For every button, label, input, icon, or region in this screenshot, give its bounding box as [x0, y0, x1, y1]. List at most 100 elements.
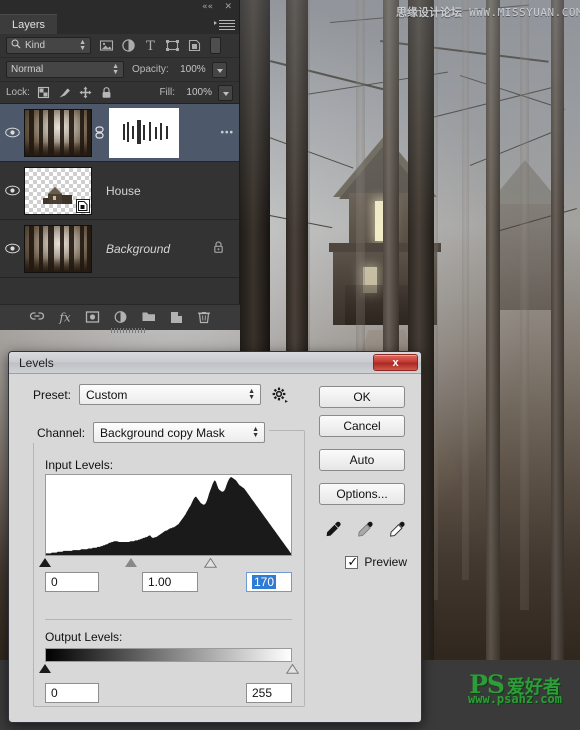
- fill-input[interactable]: 100%: [175, 87, 215, 98]
- layer-visibility-toggle[interactable]: [0, 243, 24, 254]
- channel-row: Channel: Background copy Mask ▲ ▼: [33, 422, 270, 443]
- preview-label: Preview: [364, 555, 407, 569]
- section-divider: [45, 619, 292, 620]
- smart-object-badge-icon: [76, 198, 90, 213]
- dialog-button-column: OK Cancel Auto Options...: [319, 386, 409, 512]
- layer-name[interactable]: Background: [106, 242, 212, 256]
- lock-icon-group: [37, 86, 113, 99]
- layer-thumbnail[interactable]: [24, 166, 92, 215]
- layer-list: ••• House Background: [0, 104, 239, 278]
- layer-visibility-toggle[interactable]: [0, 185, 24, 196]
- ok-button-label: OK: [353, 390, 371, 404]
- input-gamma-handle[interactable]: [125, 558, 138, 567]
- fill-label: Fill:: [159, 87, 175, 98]
- blend-mode-value: Normal: [11, 64, 44, 75]
- layer-style-fx-icon[interactable]: fx: [57, 310, 72, 325]
- levels-dialog: Levels x Preset: Custom ▲ ▼ Channel: Bac…: [8, 351, 422, 723]
- preset-options-gear-icon[interactable]: [271, 386, 289, 404]
- output-black-field[interactable]: 0: [45, 683, 99, 703]
- table-row[interactable]: •••: [0, 104, 239, 162]
- input-white-field[interactable]: 170: [246, 572, 292, 592]
- input-levels-slider[interactable]: [39, 557, 292, 570]
- blend-mode-select[interactable]: Normal ▲ ▼: [6, 61, 124, 78]
- layer-visibility-toggle[interactable]: [0, 127, 24, 138]
- shape-layer-filter-icon[interactable]: [165, 38, 180, 53]
- watermark-bottom: PS 爱好者 www.psahz.com: [455, 672, 575, 705]
- delete-layer-icon[interactable]: [197, 310, 212, 325]
- panel-resize-grip[interactable]: [111, 328, 145, 333]
- set-gray-point-eyedropper-icon[interactable]: [355, 520, 375, 540]
- preset-label: Preset:: [33, 387, 72, 402]
- options-button[interactable]: Options...: [319, 483, 405, 505]
- fill-slider-button[interactable]: [218, 84, 233, 101]
- watermark-bottom-url: www.psahz.com: [468, 692, 562, 706]
- filter-icon-group: T: [99, 38, 202, 54]
- type-layer-filter-icon[interactable]: T: [143, 38, 158, 54]
- levels-title-bar[interactable]: Levels x: [9, 352, 421, 374]
- input-gamma-field[interactable]: 1.00: [142, 572, 198, 592]
- svg-text:fx: fx: [58, 311, 70, 325]
- opacity-slider-button[interactable]: [211, 61, 227, 78]
- chevron-updown-icon: ▲ ▼: [248, 387, 256, 401]
- output-levels-ramp: [45, 648, 292, 662]
- lock-image-pixels-icon[interactable]: [58, 86, 71, 99]
- opacity-label: Opacity:: [132, 64, 169, 75]
- lock-position-icon[interactable]: [79, 86, 92, 99]
- output-white-field[interactable]: 255: [246, 683, 292, 703]
- opacity-input[interactable]: 100%: [169, 64, 209, 75]
- auto-button[interactable]: Auto: [319, 449, 405, 471]
- output-white-point-handle[interactable]: [286, 664, 299, 674]
- adjustment-layer-filter-icon[interactable]: [121, 38, 136, 53]
- filter-toggle-switch[interactable]: [210, 37, 221, 54]
- smart-object-filter-icon[interactable]: [187, 38, 202, 53]
- chevron-updown-icon: ▲ ▼: [252, 425, 260, 439]
- lock-transparent-pixels-icon[interactable]: [37, 86, 50, 99]
- input-white-point-handle[interactable]: [203, 558, 217, 568]
- input-levels-label: Input Levels:: [45, 458, 114, 472]
- panel-title-bar: «« ✕: [0, 0, 239, 14]
- input-black-value: 0: [51, 575, 58, 589]
- lock-row: Lock: Fill: 100%: [0, 82, 239, 104]
- filter-kind-select[interactable]: Kind ▲ ▼: [6, 37, 91, 54]
- layer-thumbnail[interactable]: [24, 108, 92, 157]
- close-panel-icon[interactable]: ✕: [224, 2, 232, 12]
- output-levels-slider[interactable]: [39, 663, 299, 676]
- panel-menu-icon[interactable]: [214, 18, 235, 30]
- search-icon: [11, 39, 21, 52]
- more-options-icon[interactable]: •••: [220, 127, 234, 138]
- filter-kind-value: Kind: [25, 40, 46, 51]
- layer-mask-thumbnail[interactable]: [109, 107, 179, 158]
- close-icon: x: [392, 356, 399, 369]
- set-white-point-eyedropper-icon[interactable]: [387, 520, 407, 540]
- input-black-point-handle[interactable]: [39, 558, 51, 567]
- preview-checkbox[interactable]: Preview: [345, 554, 407, 570]
- mask-link-icon[interactable]: [92, 126, 106, 139]
- preset-select[interactable]: Custom ▲ ▼: [79, 384, 262, 405]
- input-black-field[interactable]: 0: [45, 572, 99, 592]
- new-group-icon[interactable]: [141, 310, 156, 325]
- set-black-point-eyedropper-icon[interactable]: [323, 520, 343, 540]
- table-row[interactable]: Background: [0, 220, 239, 278]
- channel-select[interactable]: Background copy Mask ▲ ▼: [93, 422, 266, 443]
- table-row[interactable]: House: [0, 162, 239, 220]
- dialog-title: Levels: [19, 355, 54, 370]
- levels-dialog-body: Preset: Custom ▲ ▼ Channel: Background c…: [9, 374, 421, 723]
- lock-all-icon[interactable]: [100, 86, 113, 99]
- cancel-button[interactable]: Cancel: [319, 415, 405, 437]
- layer-thumbnail[interactable]: [24, 224, 92, 273]
- collapse-panel-icon[interactable]: ««: [202, 2, 213, 12]
- cancel-button-label: Cancel: [343, 419, 381, 433]
- pixel-layer-filter-icon[interactable]: [99, 38, 114, 53]
- tab-layers[interactable]: Layers: [0, 14, 58, 34]
- link-layers-icon[interactable]: [29, 310, 44, 325]
- layers-panel-toolbar: fx: [0, 304, 240, 330]
- panel-tab-row: Layers: [0, 14, 239, 34]
- new-adjustment-layer-icon[interactable]: [113, 310, 128, 325]
- layer-name[interactable]: House: [106, 184, 239, 198]
- new-layer-icon[interactable]: [169, 310, 184, 325]
- output-black-point-handle[interactable]: [39, 664, 51, 673]
- add-layer-mask-icon[interactable]: [85, 310, 100, 325]
- chevron-updown-icon: ▲ ▼: [79, 38, 86, 52]
- ok-button[interactable]: OK: [319, 386, 405, 408]
- close-button[interactable]: x: [373, 354, 418, 371]
